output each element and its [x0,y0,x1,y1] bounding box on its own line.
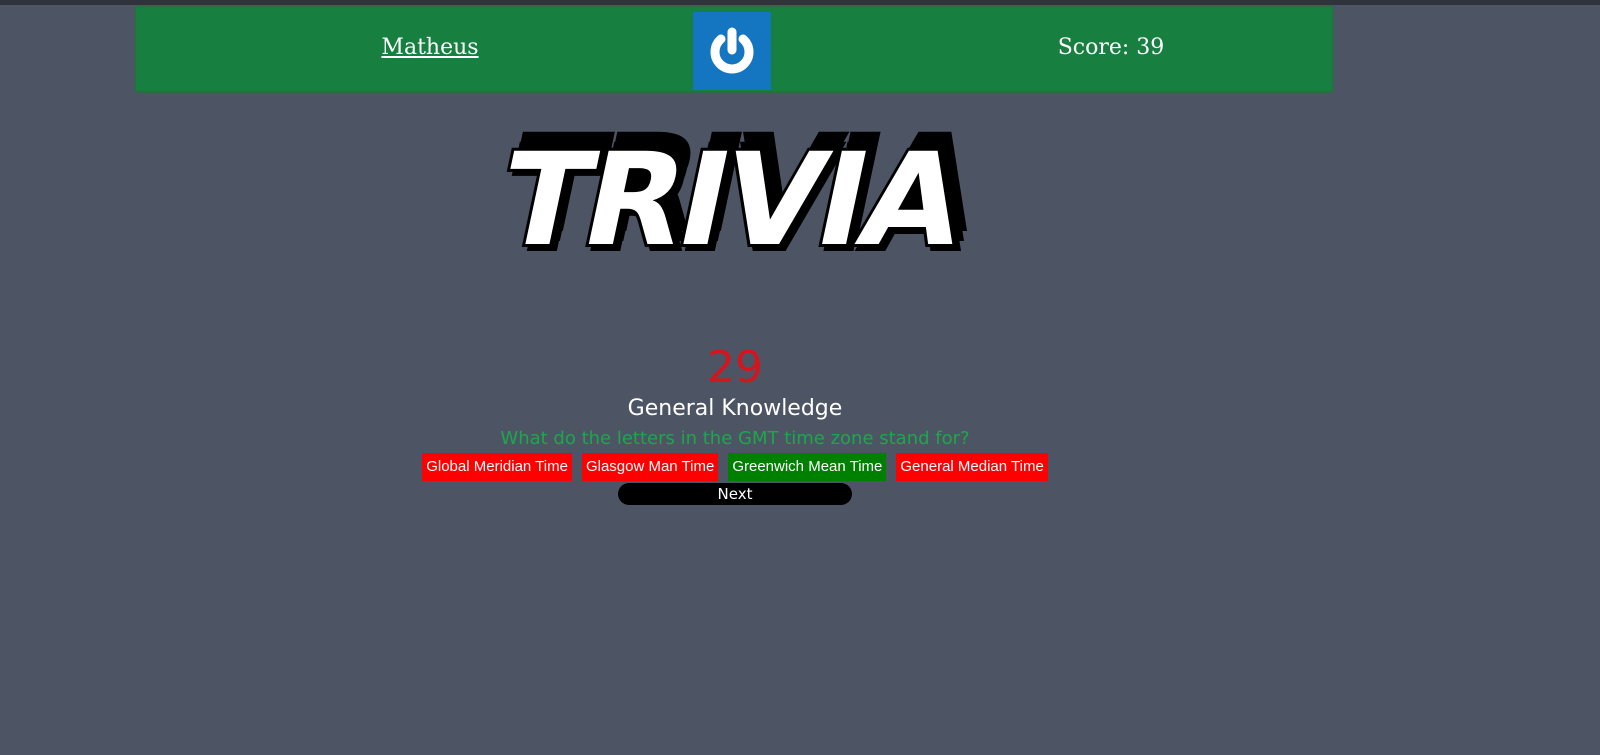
countdown-timer: 29 [707,342,763,393]
trivia-logo: TRIVIA TRIVIA TRIVIA TRIVIA [478,106,992,310]
question-category: General Knowledge [627,396,843,421]
answer-options: Global Meridian Time Glasgow Man Time Gr… [0,453,1470,481]
answer-button[interactable]: Glasgow Man Time [581,453,719,481]
answer-button[interactable]: General Median Time [896,453,1048,481]
score-display: Score: 39 [1057,35,1165,60]
username-link[interactable]: Matheus [336,35,524,60]
logout-button[interactable] [693,12,771,90]
svg-text:TRIVIA: TRIVIA [487,128,978,275]
answer-button[interactable]: Global Meridian Time [422,453,572,481]
question-text: What do the letters in the GMT time zone… [500,428,970,449]
power-icon [710,27,754,74]
next-button[interactable]: Next [618,483,852,505]
answer-button-correct[interactable]: Greenwich Mean Time [728,453,887,481]
header-bar: Matheus Score: 39 [134,5,1334,93]
